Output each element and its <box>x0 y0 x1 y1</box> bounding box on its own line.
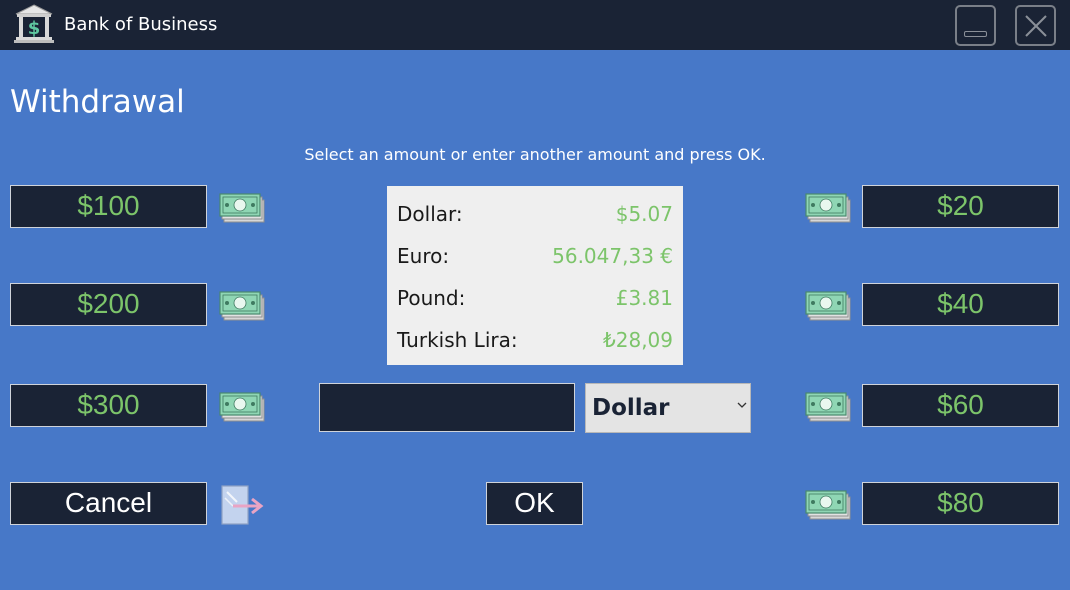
title-bar: $ Bank of Business <box>0 0 1070 50</box>
rate-row-euro: Euro: 56.047,33 € <box>397 237 673 279</box>
money-stack-icon <box>219 392 265 422</box>
amount-button-100[interactable]: $100 <box>10 185 207 228</box>
app-title: Bank of Business <box>64 14 218 35</box>
rate-value: $5.07 <box>615 202 673 226</box>
cancel-button[interactable]: Cancel <box>10 482 207 525</box>
chevron-down-icon <box>737 402 747 408</box>
amount-input[interactable] <box>319 383 575 432</box>
exit-arrow-icon <box>221 485 264 525</box>
money-stack-icon <box>805 291 851 321</box>
rate-row-pound: Pound: £3.81 <box>397 279 673 321</box>
rate-value: ₺28,09 <box>603 328 673 352</box>
money-stack-icon <box>219 193 265 223</box>
rate-value: 56.047,33 € <box>552 244 673 268</box>
rate-value: £3.81 <box>615 286 673 310</box>
minimize-button[interactable] <box>955 5 996 46</box>
money-stack-icon <box>805 392 851 422</box>
money-stack-icon <box>805 490 851 520</box>
rate-label: Euro: <box>397 244 450 268</box>
rate-label: Dollar: <box>397 202 463 226</box>
amount-button-60[interactable]: $60 <box>862 384 1059 427</box>
svg-text:$: $ <box>28 18 41 39</box>
money-stack-icon <box>219 291 265 321</box>
exchange-rates-panel: Dollar: $5.07 Euro: 56.047,33 € Pound: £… <box>387 186 683 365</box>
rate-row-dollar: Dollar: $5.07 <box>397 195 673 237</box>
instructions-text: Select an amount or enter another amount… <box>304 145 766 164</box>
amount-button-40[interactable]: $40 <box>862 283 1059 326</box>
amount-button-300[interactable]: $300 <box>10 384 207 427</box>
close-button[interactable] <box>1015 5 1056 46</box>
amount-button-200[interactable]: $200 <box>10 283 207 326</box>
amount-button-80[interactable]: $80 <box>862 482 1059 525</box>
amount-button-20[interactable]: $20 <box>862 185 1059 228</box>
rate-row-turkish-lira: Turkish Lira: ₺28,09 <box>397 321 673 363</box>
rate-label: Pound: <box>397 286 466 310</box>
rate-label: Turkish Lira: <box>397 328 518 352</box>
currency-select[interactable]: Dollar <box>585 383 751 433</box>
currency-selected-value: Dollar <box>592 395 670 421</box>
bank-dollar-icon: $ <box>14 4 54 43</box>
page-title: Withdrawal <box>10 84 185 120</box>
ok-button[interactable]: OK <box>486 482 583 525</box>
close-icon <box>1025 15 1047 37</box>
money-stack-icon <box>805 193 851 223</box>
